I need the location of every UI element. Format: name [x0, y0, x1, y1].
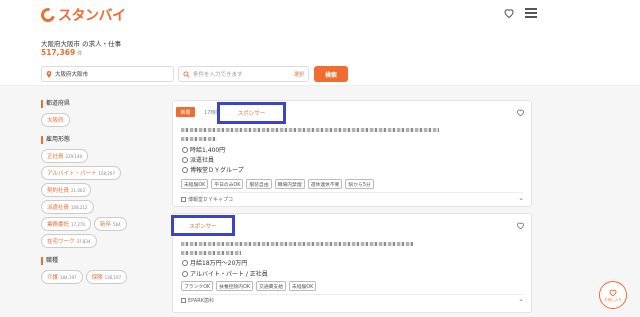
employment-pill[interactable]: 新卒 564	[94, 217, 127, 231]
prefecture-heading: 都道府県	[41, 100, 161, 108]
logo-text: スタンバイ	[58, 8, 126, 24]
job-title-obscured[interactable]	[181, 242, 413, 246]
condition-select[interactable]: 選択	[294, 71, 304, 78]
employment-type: アルバイト・パート / 正社員	[182, 269, 268, 278]
job-title-obscured[interactable]	[181, 128, 439, 132]
tag: 交通費支給	[256, 281, 287, 291]
building-icon	[182, 166, 188, 173]
job-subtitle-obscured	[181, 251, 241, 255]
employment-pill[interactable]: 在宅ワーク 37,834	[41, 234, 97, 248]
site-logo[interactable]: スタンバイ	[38, 5, 126, 25]
job-card[interactable]: スポンサー 月給18万円～20万円 アルバイト・パート / 正社員 ブランクOK…	[171, 213, 532, 313]
logo-mark-icon	[38, 5, 58, 25]
area-title: 大阪府大阪市 の求人・仕事	[41, 40, 122, 48]
tag: 駅から5分	[345, 179, 374, 189]
tag-list: 未経験OK 平日のみOK 服装自由 職場内禁煙 週休連休不要 駅から5分	[181, 179, 377, 189]
tag: 扶養控除内OK	[216, 281, 254, 291]
employment-pill[interactable]: アルバイト・パート 158,297	[41, 166, 121, 180]
chevron-down-icon[interactable]: ⌄	[518, 295, 524, 303]
favorites-fab[interactable]: お気に入り	[599, 281, 627, 309]
location-pin-icon	[46, 70, 52, 78]
tag-list: ブランクOK 扶養控除内OK 交通費支給 未経験OK	[181, 281, 319, 291]
tag: 平日のみOK	[211, 179, 244, 189]
employment-pill[interactable]: 契約社員 21,063	[41, 183, 92, 197]
tag: 服装自由	[246, 179, 272, 189]
heart-icon	[609, 289, 617, 296]
briefcase-icon	[182, 156, 188, 163]
job-subtitle-obscured	[181, 137, 217, 141]
employment-pill[interactable]: 業務委託 17,270	[41, 217, 92, 231]
tag: 未経験OK	[289, 281, 317, 291]
result-count: 517,369 件	[41, 48, 83, 57]
new-badge: 新着	[176, 107, 195, 117]
salary: 時給1,400円	[182, 145, 225, 154]
sponsor-label: スポンサー	[217, 102, 286, 124]
divider	[181, 192, 523, 193]
filter-sidebar: 都道府県 大阪府 雇用形態 正社員 229,149 アルバイト・パート 158,29…	[41, 100, 161, 293]
divider	[181, 294, 523, 295]
sponsor-label: スポンサー	[171, 215, 235, 236]
source-icon	[181, 298, 186, 303]
location-value: 大阪府大阪市	[55, 72, 89, 78]
job-source[interactable]: EPARK歯科	[181, 297, 214, 304]
salary: 月給18万円～20万円	[182, 258, 247, 267]
favorite-heart-icon[interactable]	[516, 221, 525, 230]
site-header: スタンバイ	[0, 0, 640, 30]
employment-type: 派遣社員	[182, 155, 214, 164]
menu-icon[interactable]	[525, 8, 537, 18]
condition-placeholder: 条件を入力できます	[193, 72, 243, 78]
heart-icon[interactable]	[503, 7, 515, 19]
chevron-down-icon[interactable]: ⌄	[518, 194, 524, 202]
search-icon	[183, 70, 190, 78]
employment-pill[interactable]: 派遣社員 108,212	[41, 200, 94, 214]
fab-label: お気に入り	[604, 297, 622, 302]
tag: 未経験OK	[181, 179, 209, 189]
employment-pill[interactable]: 正社員 229,149	[41, 149, 89, 163]
employment-heading: 雇用形態	[41, 136, 161, 144]
job-heading: 職種	[41, 257, 161, 265]
yen-icon	[182, 146, 188, 153]
condition-input[interactable]: 条件を入力できます 選択	[178, 66, 309, 82]
briefcase-icon	[182, 270, 188, 277]
company-name: 博報堂ＤＹグループ	[182, 165, 244, 174]
favorite-heart-icon[interactable]	[516, 108, 525, 117]
job-source[interactable]: 博報堂ＤＹキャプコ	[181, 196, 233, 203]
location-field[interactable]: 大阪府大阪市	[41, 66, 174, 82]
tag: ブランクOK	[181, 281, 214, 291]
search-button[interactable]: 検索	[314, 66, 348, 82]
yen-icon	[182, 259, 188, 266]
job-card[interactable]: 新着 17時間前 スポンサー 時給1,400円 派遣社員 博報堂ＤＹグループ 未…	[172, 100, 532, 207]
source-icon	[181, 197, 186, 202]
job-pill[interactable]: 保険 136,197	[85, 270, 128, 284]
tag: 週休連休不要	[307, 179, 343, 189]
job-pill[interactable]: 介護 184,197	[41, 270, 83, 284]
tag: 職場内禁煙	[274, 179, 305, 189]
prefecture-pill[interactable]: 大阪府	[41, 113, 70, 127]
